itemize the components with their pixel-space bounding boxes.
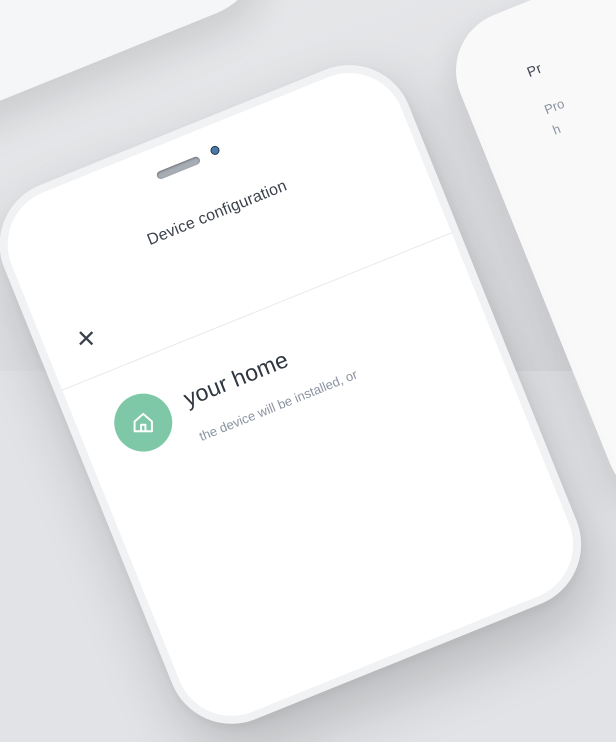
close-button[interactable]: ✕	[73, 325, 99, 353]
home-badge	[105, 384, 182, 461]
phone-speaker	[155, 155, 202, 181]
peek-card-title: Pr	[524, 59, 545, 80]
home-icon	[133, 412, 153, 433]
close-icon: ✕	[76, 325, 97, 353]
peek-card-line: Pro	[542, 95, 567, 118]
peek-card-line: h	[550, 121, 563, 138]
phone-camera	[210, 145, 220, 155]
